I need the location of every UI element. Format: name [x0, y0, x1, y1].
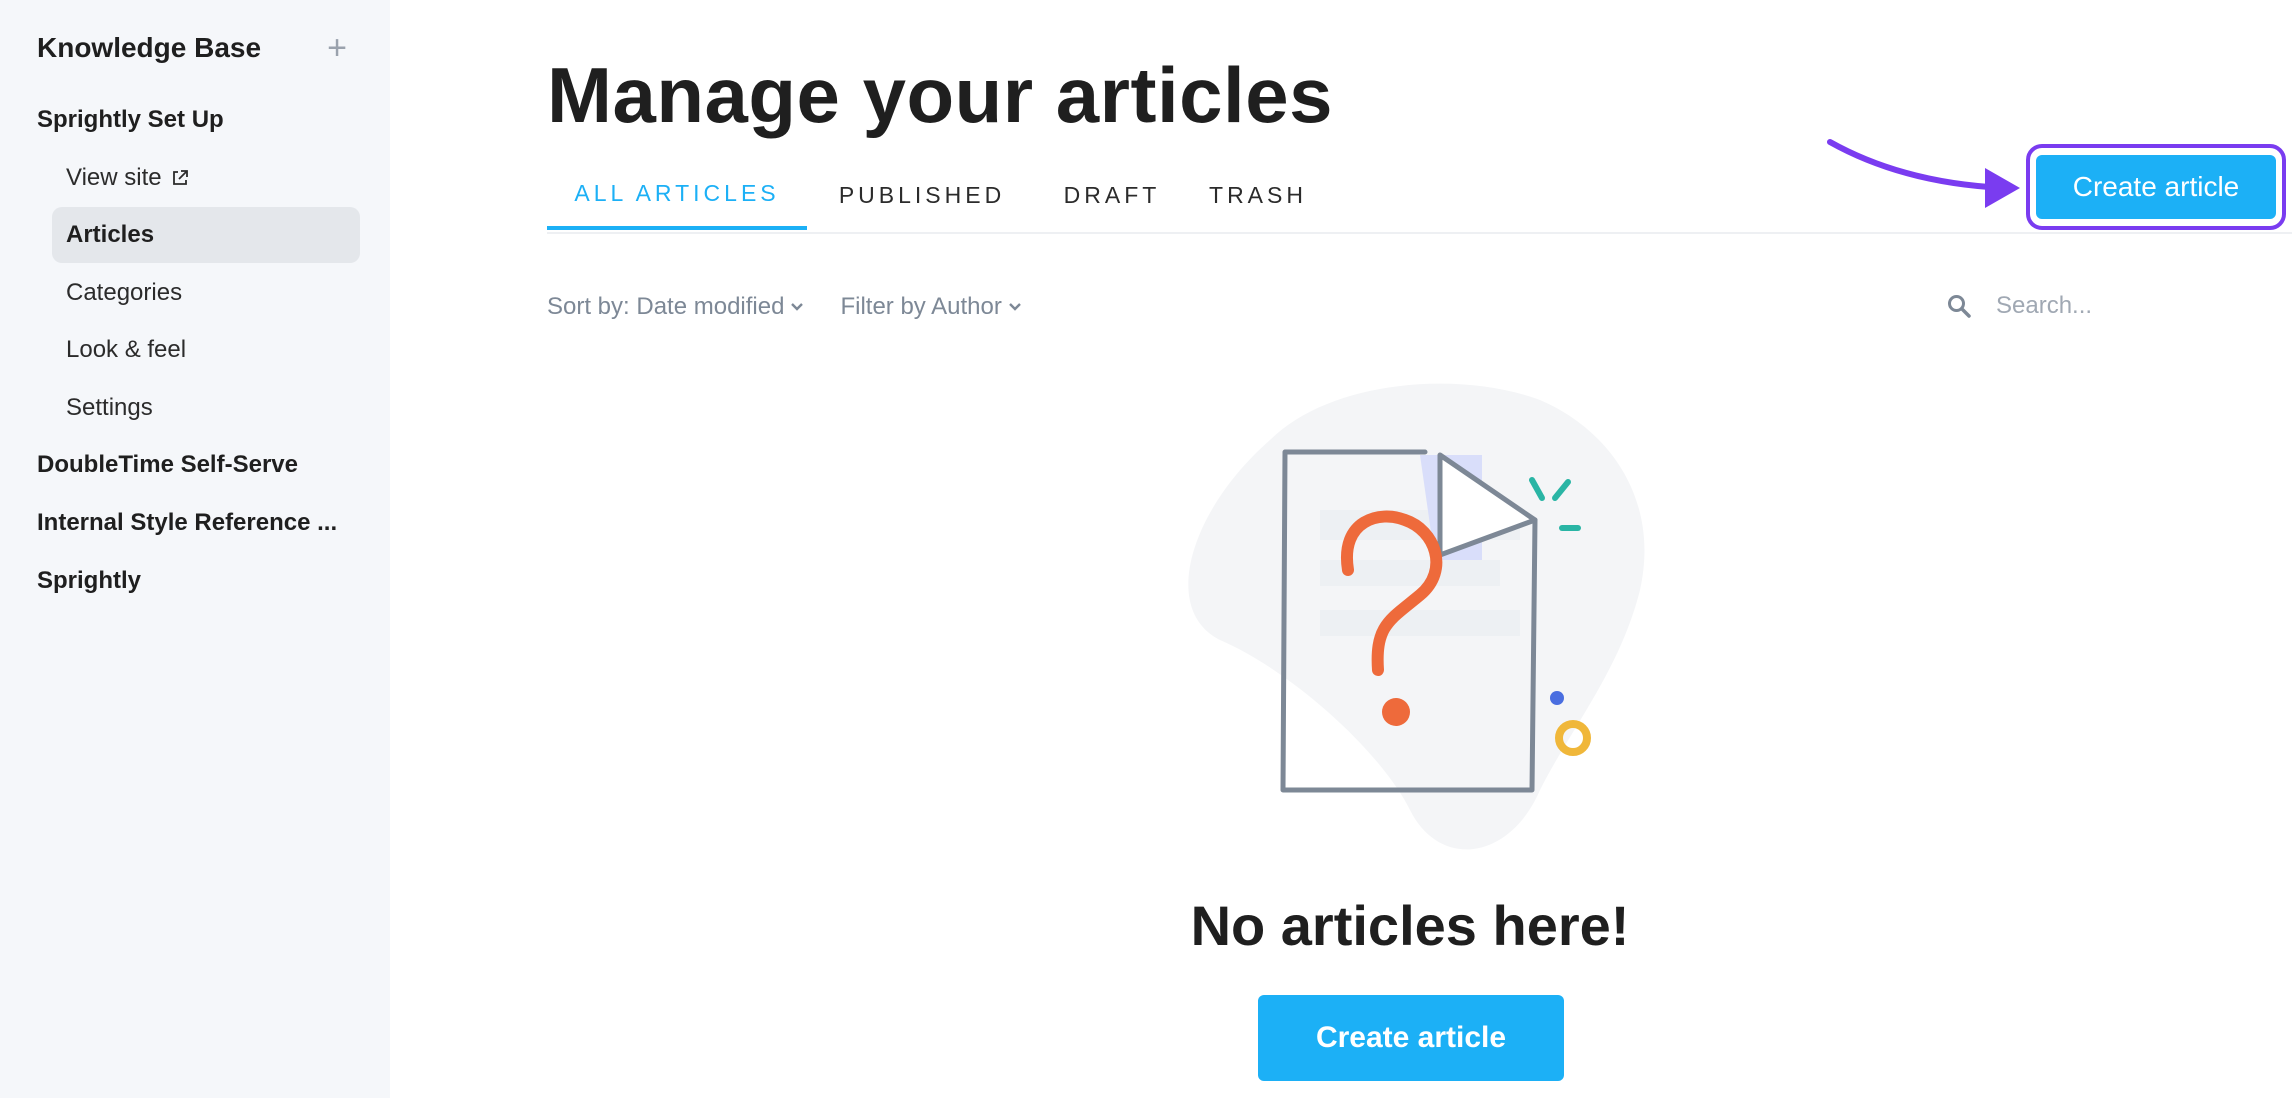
plus-icon[interactable]: + — [327, 31, 347, 65]
sidebar-item-look-and-feel[interactable]: Look & feel — [52, 322, 360, 378]
sort-label: Sort by: Date modified — [547, 293, 785, 320]
page-title: Manage your articles — [547, 51, 1333, 139]
sidebar-item-label: DoubleTime Self-Serve — [37, 451, 298, 478]
sort-dropdown[interactable]: Sort by: Date modified — [547, 293, 804, 321]
sidebar-item-categories[interactable]: Categories — [52, 265, 360, 321]
tab-all-articles[interactable]: ALL ARTICLES — [547, 160, 807, 230]
sidebar-item-sprightly-set-up[interactable]: Sprightly Set Up — [37, 92, 224, 148]
tab-draft[interactable]: DRAFT — [1047, 160, 1177, 230]
article-tabs: ALL ARTICLES PUBLISHED DRAFT TRASH — [547, 160, 2292, 234]
tab-label: ALL ARTICLES — [574, 179, 780, 206]
search-icon — [1948, 295, 1971, 318]
sidebar-item-internal-style-reference[interactable]: Internal Style Reference ... — [37, 495, 337, 551]
chevron-down-icon — [791, 303, 804, 311]
sidebar-item-label: Categories — [66, 279, 183, 306]
sidebar-item-doubletime-self-serve[interactable]: DoubleTime Self-Serve — [37, 437, 298, 493]
chevron-down-icon — [1009, 303, 1021, 311]
sidebar-item-label: Settings — [66, 394, 153, 421]
sidebar-item-settings[interactable]: Settings — [52, 380, 360, 436]
document-question-mark-illustration — [1188, 383, 1645, 850]
sidebar-item-label: Articles — [66, 221, 155, 248]
filter-bar: Sort by: Date modified Filter by Author — [547, 287, 1058, 327]
create-article-button-empty[interactable]: Create article — [1258, 995, 1564, 1081]
sidebar-item-label: Internal Style Reference ... — [37, 509, 338, 536]
sidebar-item-label: Look & feel — [66, 336, 187, 363]
annotation-arrow — [1827, 139, 2020, 208]
tab-label: TRASH — [1209, 181, 1307, 208]
sidebar: Knowledge Base + Sprightly Set Up View s… — [0, 0, 390, 1098]
sidebar-item-label: View site — [66, 164, 162, 191]
sidebar-item-sprightly[interactable]: Sprightly — [37, 553, 141, 609]
sidebar-item-label: Sprightly Set Up — [37, 106, 224, 133]
sidebar-item-label: Sprightly — [37, 567, 142, 594]
create-article-button[interactable]: Create article — [2036, 155, 2276, 219]
author-filter-dropdown[interactable]: Filter by Author — [840, 293, 1021, 321]
search-box — [1946, 286, 2276, 326]
sidebar-header: Knowledge Base + — [37, 28, 347, 68]
filter-label: Filter by Author — [840, 293, 1002, 320]
tab-label: DRAFT — [1063, 181, 1161, 208]
tab-label: PUBLISHED — [838, 181, 1006, 208]
sidebar-title: Knowledge Base — [37, 32, 262, 63]
app: Knowledge Base + Sprightly Set Up View s… — [0, 0, 2292, 1098]
search-input[interactable] — [1994, 291, 2258, 321]
tab-trash[interactable]: TRASH — [1193, 160, 1323, 230]
sidebar-item-articles[interactable]: Articles — [52, 207, 360, 263]
tab-published[interactable]: PUBLISHED — [817, 160, 1027, 230]
external-link-icon — [172, 170, 188, 185]
empty-state-title: No articles here! — [1190, 894, 1630, 957]
sidebar-item-view-site[interactable]: View site — [52, 150, 360, 206]
